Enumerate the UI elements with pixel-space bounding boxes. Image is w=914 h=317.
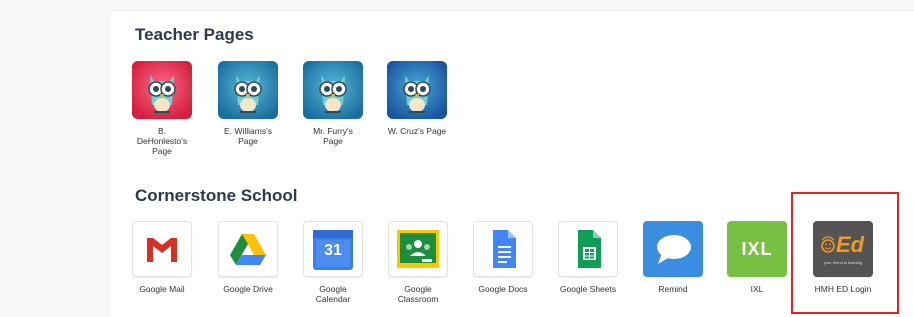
app-tile-google-drive[interactable]: Google Drive [205, 221, 291, 294]
teacher-tile-label: W. Cruz's Page [387, 126, 447, 136]
app-tile-label: IXL [750, 284, 764, 294]
app-tile-label: HMH ED Login [814, 284, 872, 294]
remind-icon [643, 221, 703, 277]
section-title-cornerstone-school: Cornerstone School [135, 186, 298, 205]
app-tile-label: Google Sheets [559, 284, 617, 294]
app-tile-google-mail[interactable]: Google Mail [119, 221, 205, 294]
owl-avatar-icon [218, 61, 278, 119]
teacher-tile-furry[interactable]: Mr. Furry's Page [290, 61, 376, 146]
google-classroom-icon [388, 221, 448, 277]
app-tile-google-classroom[interactable]: Google Classroom [375, 221, 461, 304]
teacher-tile-williams[interactable]: E. Williams's Page [205, 61, 291, 146]
google-calendar-icon: 31 [303, 221, 363, 277]
teacher-tile-cruz[interactable]: W. Cruz's Page [374, 61, 460, 136]
hmh-ed-tagline: your friend in learning [823, 260, 863, 265]
gmail-icon [132, 221, 192, 277]
app-tile-ixl[interactable]: IXL IXL [714, 221, 800, 294]
app-tile-google-sheets[interactable]: Google Sheets [545, 221, 631, 294]
owl-avatar-icon [132, 61, 192, 119]
app-tile-hmh-ed-login[interactable]: Ed your friend in learning HMH ED Login [800, 221, 886, 294]
google-docs-icon [473, 221, 533, 277]
ixl-logo-text: IXL [741, 239, 773, 259]
teacher-tile-dehonlesto[interactable]: B. DeHonlesto's Page [119, 61, 205, 156]
hmh-ed-logo-text: Ed [836, 232, 865, 257]
app-tile-google-calendar[interactable]: 31 Google Calendar [290, 221, 376, 304]
teacher-tile-label: B. DeHonlesto's Page [136, 126, 188, 156]
app-tile-label: Remind [658, 284, 688, 294]
app-tile-remind[interactable]: Remind [630, 221, 716, 294]
google-sheets-icon [558, 221, 618, 277]
teacher-tile-label: Mr. Furry's Page [313, 126, 353, 146]
app-tile-google-docs[interactable]: Google Docs [460, 221, 546, 294]
owl-avatar-icon [387, 61, 447, 119]
section-title-teacher-pages: Teacher Pages [135, 25, 254, 44]
app-tile-label: Google Mail [139, 284, 185, 294]
app-tile-label: Google Classroom [397, 284, 439, 304]
app-tile-label: Google Calendar [315, 284, 351, 304]
app-tile-label: Google Drive [223, 284, 273, 294]
app-tile-label: Google Docs [478, 284, 528, 294]
google-drive-icon [218, 221, 278, 277]
content-panel: Teacher Pages B. DeHonlesto's Page E. Wi… [111, 10, 914, 317]
owl-avatar-icon [303, 61, 363, 119]
hmh-ed-icon: Ed your friend in learning [813, 221, 873, 277]
teacher-tile-label: E. Williams's Page [224, 126, 272, 146]
ixl-icon: IXL [727, 221, 787, 277]
calendar-date-text: 31 [324, 242, 342, 259]
